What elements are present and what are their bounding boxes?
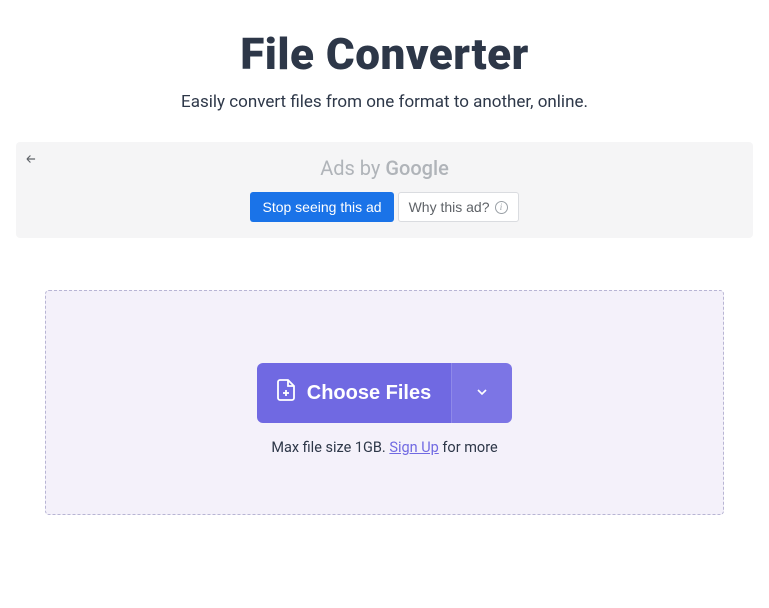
choose-files-button[interactable]: Choose Files — [257, 363, 451, 423]
max-file-size-text: Max file size 1GB. Sign Up for more — [271, 439, 497, 456]
ad-banner: Ads by Google Stop seeing this ad Why th… — [16, 142, 753, 238]
max-size-suffix: for more — [439, 439, 498, 456]
why-ad-label: Why this ad? — [409, 199, 490, 215]
why-this-ad-button[interactable]: Why this ad? i — [398, 192, 519, 222]
info-icon: i — [495, 201, 508, 214]
choose-files-group: Choose Files — [257, 363, 512, 423]
chevron-down-icon — [474, 384, 490, 403]
back-arrow-icon[interactable] — [24, 152, 38, 170]
ads-by-prefix: Ads by — [320, 156, 385, 180]
page-subtitle: Easily convert files from one format to … — [0, 92, 769, 112]
ad-buttons-row: Stop seeing this ad Why this ad? i — [16, 192, 753, 222]
ads-by-label: Ads by Google — [16, 156, 753, 180]
choose-files-label: Choose Files — [307, 382, 431, 405]
stop-seeing-ad-button[interactable]: Stop seeing this ad — [250, 192, 393, 222]
ads-by-brand: Google — [385, 156, 448, 180]
choose-files-dropdown-button[interactable] — [451, 363, 512, 423]
upload-card: Choose Files Max file size 1GB. Sign Up … — [15, 260, 754, 545]
signup-link[interactable]: Sign Up — [389, 439, 438, 456]
file-add-icon — [277, 379, 295, 407]
file-dropzone[interactable]: Choose Files Max file size 1GB. Sign Up … — [45, 290, 724, 515]
page-title: File Converter — [0, 28, 769, 80]
max-size-prefix: Max file size 1GB. — [271, 439, 389, 456]
